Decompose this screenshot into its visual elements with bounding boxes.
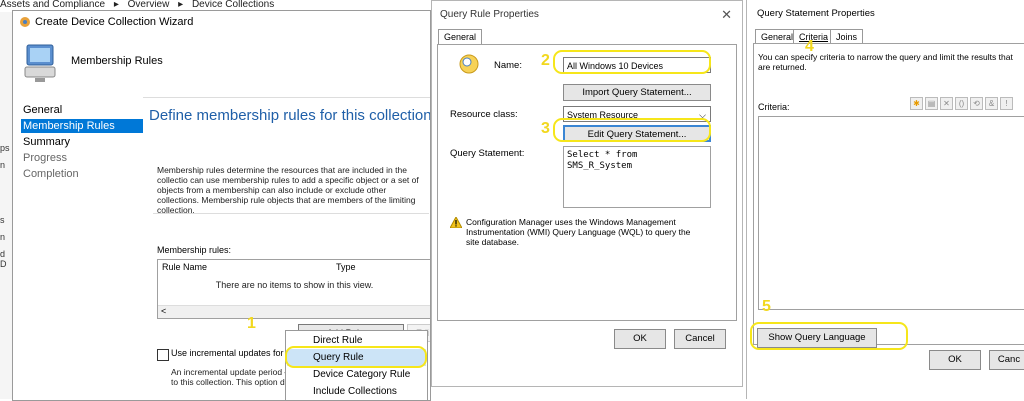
dialog-title: Query Statement Properties — [757, 8, 875, 19]
column-header-rule-name[interactable]: Rule Name — [162, 262, 207, 272]
stub-text: ps — [0, 143, 10, 153]
membership-description: Membership rules determine the resources… — [157, 165, 419, 215]
query-statement-label: Query Statement: — [450, 148, 525, 159]
wizard-page-title: Membership Rules — [71, 55, 163, 67]
delete-icon: ✕ — [940, 97, 953, 110]
close-icon[interactable]: ✕ — [721, 7, 732, 23]
breadcrumb-separator: ▸ — [113, 0, 119, 10]
properties-icon: ▤ — [925, 97, 938, 110]
warning-icon — [449, 215, 463, 231]
query-rule-icon — [458, 53, 480, 78]
menu-item-device-category-rule[interactable]: Device Category Rule — [287, 366, 426, 383]
stub-text: n — [0, 232, 6, 242]
tab-joins[interactable]: Joins — [830, 29, 864, 44]
incremental-updates-label: Use incremental updates for this — [171, 348, 301, 358]
ok-button[interactable]: OK — [929, 350, 981, 370]
nav-item-progress: Progress — [23, 152, 68, 164]
computer-icon — [21, 43, 59, 86]
highlight-edit-query-button — [553, 118, 711, 142]
menu-item-include-collections[interactable]: Include Collections — [287, 383, 426, 400]
dialog-title: Query Rule Properties — [440, 9, 539, 20]
column-header-type[interactable]: Type — [336, 262, 356, 272]
wizard-titlebar: Create Device Collection Wizard — [13, 11, 430, 33]
highlight-show-query-language — [750, 322, 908, 350]
import-query-statement-button[interactable]: Import Query Statement... — [563, 84, 711, 101]
annotation-number: 1 — [247, 315, 256, 332]
membership-rules-table[interactable]: Rule Name Type There are no items to sho… — [157, 259, 430, 319]
highlight-query-rule — [285, 346, 427, 368]
or-icon: ! — [1000, 97, 1013, 110]
annotation-number: 3 — [541, 120, 550, 137]
wizard-title: Create Device Collection Wizard — [35, 16, 194, 28]
annotation-number: 2 — [541, 52, 550, 69]
nav-item-general[interactable]: General — [21, 103, 143, 117]
wizard-nav: General Membership Rules Summary Progres… — [13, 97, 143, 400]
group-icon: () — [955, 97, 968, 110]
nav-item-completion: Completion — [23, 168, 79, 180]
breadcrumb-item[interactable]: Device Collections — [192, 0, 274, 10]
stub-text: s — [0, 215, 5, 225]
section-heading: Define membership rules for this collect… — [149, 107, 431, 124]
criteria-label: Criteria: — [758, 102, 790, 112]
cancel-button[interactable]: Cancel — [674, 329, 726, 349]
name-label: Name: — [494, 60, 522, 71]
new-criterion-icon[interactable]: ✱ — [910, 97, 923, 110]
criteria-tab-panel: You can specify criteria to narrow the q… — [753, 43, 1024, 345]
ok-button[interactable]: OK — [614, 329, 666, 349]
annotation-number: 5 — [762, 298, 771, 315]
stub-text: n — [0, 160, 6, 170]
incremental-description: An incremental update period — to this c… — [171, 367, 293, 387]
breadcrumb-separator: ▸ — [178, 0, 184, 10]
membership-rules-label: Membership rules: — [157, 245, 232, 255]
criteria-description: You can specify criteria to narrow the q… — [758, 52, 1013, 72]
wql-warning: Configuration Manager uses the Windows M… — [466, 217, 691, 247]
divider — [153, 213, 429, 214]
wizard-app-icon — [19, 15, 31, 27]
empty-message: There are no items to show in this view. — [215, 280, 374, 290]
wizard-header: Membership Rules — [13, 33, 430, 98]
breadcrumb-item[interactable]: Assets and Compliance — [0, 0, 105, 10]
incremental-updates-checkbox[interactable] — [157, 349, 169, 361]
highlight-name-field — [553, 50, 711, 74]
cancel-button[interactable]: Canc — [989, 350, 1024, 370]
general-tab-panel: Name: All Windows 10 Devices Import Quer… — [437, 44, 737, 321]
nav-item-membership-rules[interactable]: Membership Rules — [21, 119, 143, 133]
ungroup-icon: ⟲ — [970, 97, 983, 110]
query-statement-box[interactable]: Select * from SMS_R_System — [563, 146, 711, 208]
nav-item-summary[interactable]: Summary — [21, 135, 143, 149]
annotation-number: 4 — [805, 38, 814, 55]
criteria-list[interactable] — [758, 116, 1024, 310]
stub-text: d D — [0, 249, 7, 269]
breadcrumb-item[interactable]: Overview — [128, 0, 170, 10]
and-icon: & — [985, 97, 998, 110]
horizontal-scrollbar[interactable]: < — [158, 305, 430, 318]
tab-general[interactable]: General — [438, 29, 483, 44]
resource-class-label: Resource class: — [450, 109, 518, 120]
scroll-left-icon[interactable]: < — [161, 306, 166, 316]
